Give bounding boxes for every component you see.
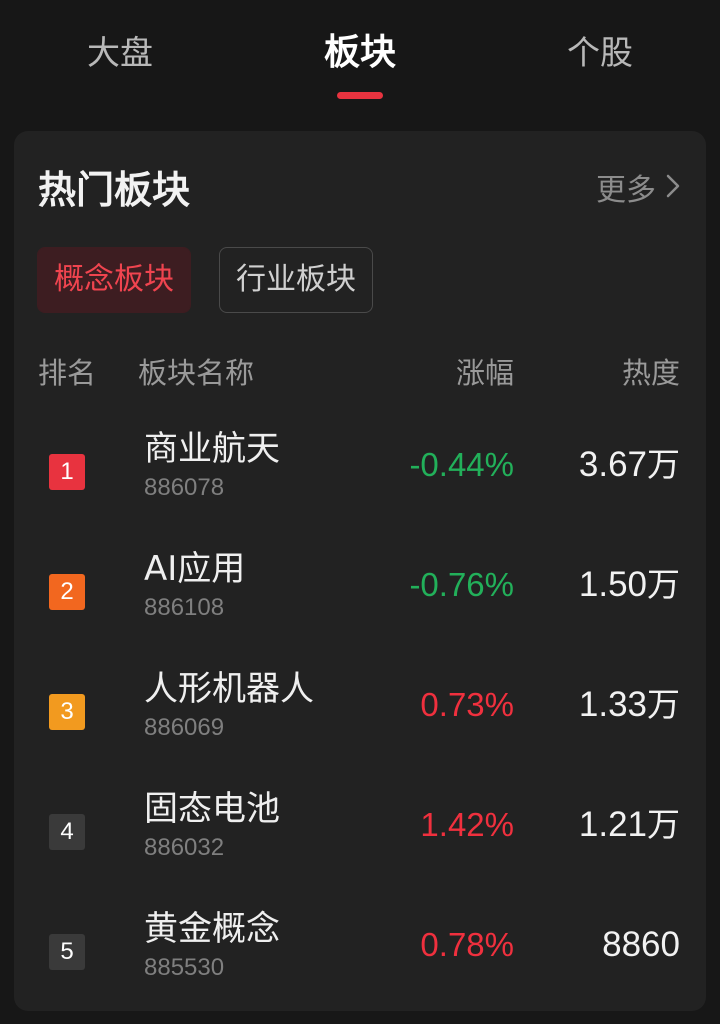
rank-badge: 5 [49,934,85,970]
heat-number: 1.50 [578,565,647,604]
header-change[interactable]: 涨幅 [456,353,514,393]
top-tab-bar: 大盘 板块 个股 [0,0,720,110]
card-title: 热门板块 [38,168,191,212]
heat-unit: 万 [647,445,680,484]
heat-value: 1.50万 [579,563,680,607]
sector-row[interactable]: 1 商业航天 886078 -0.44% 3.67万 [14,427,706,547]
sector-code: 886078 [144,474,225,501]
sector-code: 886032 [144,834,225,861]
heat-value: 1.33万 [579,683,680,727]
sector-row[interactable]: 4 固态电池 886032 1.42% 1.21万 [14,787,706,907]
filter-industry-sectors[interactable]: 行业板块 [219,247,373,313]
sector-code: 886108 [144,594,225,621]
chevron-right-icon [664,171,682,211]
change-percent: 0.78% [420,926,514,963]
sector-name: 固态电池 [144,789,280,829]
tab-sectors[interactable]: 板块 [324,30,396,76]
more-link[interactable]: 更多 [596,171,682,211]
rank-badge: 1 [49,454,85,490]
sector-row[interactable]: 5 黄金概念 885530 0.78% 8860 [14,907,706,1011]
sector-code: 886069 [144,714,225,741]
heat-unit: 万 [647,565,680,604]
sector-name: 商业航天 [144,429,280,469]
sector-row[interactable]: 2 AI应用 886108 -0.76% 1.50万 [14,547,706,667]
change-percent: 0.73% [420,686,514,723]
header-sector-name: 板块名称 [138,356,255,390]
sector-code: 885530 [144,954,225,981]
sector-name: 黄金概念 [144,909,280,949]
tab-stocks[interactable]: 个股 [567,30,633,76]
sector-row[interactable]: 3 人形机器人 886069 0.73% 1.33万 [14,667,706,787]
sector-name: 人形机器人 [144,669,314,709]
heat-number: 8860 [602,925,680,964]
heat-unit: 万 [647,805,680,844]
rank-badge: 2 [49,574,85,610]
heat-unit: 万 [647,685,680,724]
header-heat[interactable]: 热度 [622,353,680,393]
change-percent: -0.44% [409,446,514,483]
heat-number: 1.33 [578,685,647,724]
header-rank: 排名 [38,356,97,390]
filter-concept-sectors[interactable]: 概念板块 [37,247,191,313]
change-percent: -0.76% [409,566,514,603]
active-tab-indicator [337,92,383,99]
heat-value: 3.67万 [579,443,680,487]
heat-number: 3.67 [578,445,647,484]
rank-badge: 4 [49,814,85,850]
hot-sectors-card: 热门板块 更多 概念板块 行业板块 排名 板块名称 涨幅 热度 1 商业航天 886… [14,131,706,1011]
sector-name: AI应用 [144,549,246,589]
more-label: 更多 [596,173,656,208]
tab-market[interactable]: 大盘 [87,30,153,76]
heat-value: 8860 [602,923,680,967]
change-percent: 1.42% [420,806,514,843]
rank-badge: 3 [49,694,85,730]
heat-number: 1.21 [578,805,647,844]
heat-value: 1.21万 [579,803,680,847]
